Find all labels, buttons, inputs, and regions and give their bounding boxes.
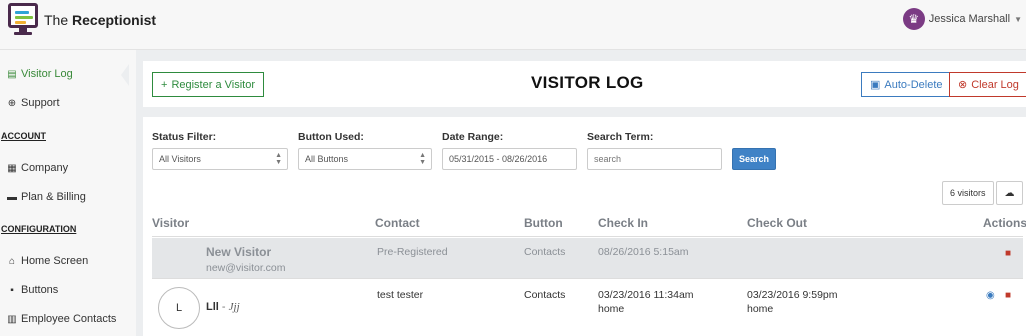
clear-log-button[interactable]: ⊗ Clear Log [949, 72, 1026, 97]
grid-icon: ▪ [10, 284, 14, 296]
brand-name[interactable]: The Receptionist [44, 12, 156, 28]
visitor-button: Contacts [524, 246, 566, 258]
visitor-email: new@visitor.com [206, 262, 286, 274]
lifebuoy-icon: ⊕ [7, 97, 17, 109]
column-header-contact[interactable]: Contact [375, 216, 420, 230]
user-avatar: ♛ [902, 8, 925, 30]
visitor-log-panel: Status Filter: All Visitors ▲ ▼ Button Us… [143, 117, 1026, 336]
page-header: + Register a Visitor VISITOR LOG ▣ Auto-… [143, 61, 1026, 107]
eye-icon[interactable]: ◉ [986, 290, 995, 301]
visitor-contact: test tester [377, 289, 424, 301]
visitor-signature: Jjj [228, 301, 240, 313]
sidebar-item-plan-billing[interactable]: ▬ Plan & Billing [7, 191, 86, 203]
sidebar: ▤ Visitor Log ⊕ Support ACCOUNT ▦ Compan… [0, 50, 136, 336]
visitor-check-in: 08/26/2016 5:15am [598, 246, 689, 258]
column-header-visitor[interactable]: Visitor [152, 216, 189, 230]
visitor-count-badge[interactable]: 6 visitors [942, 181, 994, 205]
cloud-download-icon[interactable]: ☁ [996, 181, 1023, 205]
page-title: VISITOR LOG [531, 73, 644, 92]
date-range-label: Date Range: [442, 131, 504, 143]
sidebar-item-employee-contacts[interactable]: ▥ Employee Contacts [7, 313, 116, 325]
select-arrows-icon: ▲ ▼ [275, 152, 282, 166]
user-plus-icon: + [161, 78, 168, 91]
sidebar-item-buttons[interactable]: ▪ Buttons [7, 284, 58, 296]
status-filter-label: Status Filter: [152, 131, 217, 143]
visitor-contact: Pre-Registered [377, 246, 448, 258]
visitor-check-out-location: home [747, 303, 774, 315]
header-divider [152, 236, 1023, 237]
visitor-check-out: 03/23/2016 9:59pm [747, 289, 838, 301]
row-divider [152, 278, 1023, 279]
calendar-icon: ▣ [870, 79, 881, 91]
column-header-button[interactable]: Button [524, 216, 563, 230]
sidebar-section-configuration: CONFIGURATION [1, 224, 77, 234]
column-header-check-out[interactable]: Check Out [747, 216, 807, 230]
button-used-select[interactable]: All Buttons ▲ ▼ [298, 148, 432, 170]
close-circle-icon: ⊗ [958, 79, 968, 91]
date-range-input[interactable]: 05/31/2015 - 08/26/2016 [442, 148, 577, 170]
search-input[interactable] [587, 148, 722, 170]
button-used-label: Button Used: [298, 131, 364, 143]
visitor-check-in: 03/23/2016 11:34am [598, 289, 694, 301]
visitor-avatar: L [158, 287, 200, 329]
trash-icon[interactable]: ■ [1005, 248, 1011, 259]
visitor-button: Contacts [524, 289, 566, 301]
caret-down-icon: ▼ [1014, 14, 1022, 24]
register-visitor-button[interactable]: + Register a Visitor [152, 72, 264, 97]
app-logo[interactable] [8, 3, 38, 35]
trash-icon[interactable]: ■ [1005, 290, 1011, 301]
select-arrows-icon: ▲ ▼ [419, 152, 426, 166]
search-term-label: Search Term: [587, 131, 654, 143]
sidebar-item-visitor-log[interactable]: ▤ Visitor Log [7, 68, 73, 80]
sidebar-item-home-screen[interactable]: ⌂ Home Screen [7, 255, 88, 267]
document-icon: ▤ [7, 68, 17, 80]
user-menu[interactable]: ♛ Jessica Marshall ▼ [902, 8, 1022, 30]
auto-delete-button[interactable]: ▣ Auto-Delete [861, 72, 952, 97]
sidebar-item-company[interactable]: ▦ Company [7, 162, 68, 174]
search-button[interactable]: Search [732, 148, 776, 170]
visitor-name: New Visitor [206, 245, 272, 259]
home-icon: ⌂ [8, 255, 16, 267]
sidebar-item-support[interactable]: ⊕ Support [7, 97, 60, 109]
visitor-name-row: Lll - Jjj [206, 301, 240, 313]
credit-card-icon: ▬ [7, 191, 17, 203]
user-name: Jessica Marshall [928, 13, 1011, 25]
visitor-check-in-location: home [598, 303, 625, 315]
column-header-actions: Actions [983, 216, 1026, 230]
column-header-check-in[interactable]: Check In [598, 216, 648, 230]
building-icon: ▦ [7, 162, 17, 174]
status-filter-select[interactable]: All Visitors ▲ ▼ [152, 148, 288, 170]
address-book-icon: ▥ [7, 313, 17, 325]
top-bar: The Receptionist ♛ Jessica Marshall ▼ [0, 0, 1026, 50]
active-indicator [121, 64, 129, 86]
sidebar-section-account: ACCOUNT [1, 131, 46, 141]
